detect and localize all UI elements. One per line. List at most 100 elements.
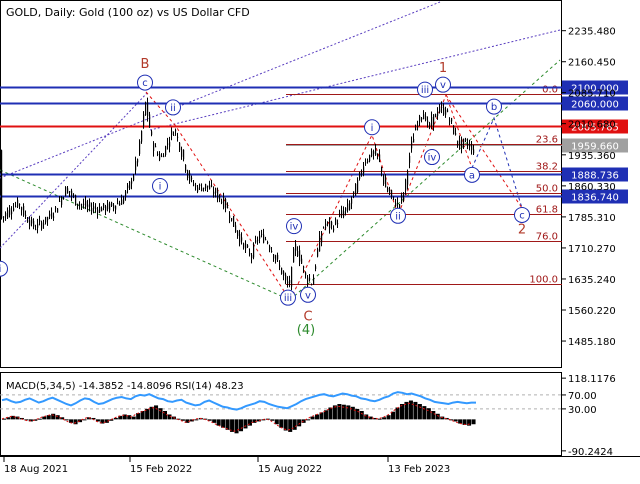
level-tag-label-5: 1836.740 [571,193,619,204]
candle-body [237,230,239,237]
candle-body [105,206,107,211]
candle-body [7,210,9,218]
candle-body [297,250,299,257]
candle-body [159,154,161,160]
price-chart[interactable]: 0.023.638.250.061.876.0100.0 2100.000206… [0,0,640,480]
candle-body [59,200,61,202]
candle-body [115,205,117,210]
candle-body [415,128,417,131]
candle-body [55,207,57,209]
candle-body [437,111,439,116]
price-tick-label-4: 1935.360 [568,151,616,162]
macd-bar [315,414,320,420]
candle-body [41,222,43,229]
macd-bar [149,406,154,420]
candle-body [157,154,159,156]
price-tick-label-8: 1635.240 [568,275,616,286]
chart-root: 0.0 23.6 38.2 50.0 61.8 76.0 100.0 2100.000 206… [0,0,640,480]
wave-label-16: b [491,102,497,113]
candle-body [259,235,261,239]
candle-body [261,233,263,235]
candle-body [145,102,147,116]
candle-body [187,170,189,178]
candle-body [99,207,101,213]
candle-body [93,206,95,209]
candle-body [151,131,153,135]
candle-body [389,189,391,194]
candle-body [29,220,31,226]
candle-body [75,195,77,206]
candle-body [51,212,53,218]
candle-body [409,155,411,163]
candle-body [165,146,167,155]
candle-body [195,185,197,187]
candle-body [473,149,475,154]
candle-body [431,117,433,126]
macd-bar [297,419,302,427]
candle-body [331,221,333,226]
candle-body [293,248,295,263]
macd-bar [395,407,400,420]
candle-body [405,179,407,191]
candle-body [463,138,465,145]
chart-title: GOLD, Daily: Gold (100 oz) vs US Dollar … [6,6,250,19]
wave-label-11: iii [421,85,429,96]
candle-body [25,214,27,216]
wave-label-17: c [519,210,525,221]
candle-body [109,203,111,211]
fib-label-0-0: 0.0 [542,85,558,96]
candle-body [357,180,359,193]
candle-body [425,115,427,121]
candle-body [209,185,211,190]
candle-body [469,144,471,147]
candle-body [241,237,243,241]
price-tick-label-2: 2085.710 [568,89,616,100]
candle-body [449,120,451,122]
candle-body [137,159,139,163]
candle-body [279,265,281,268]
candle-body [451,118,453,122]
candle-body [143,114,145,126]
candle-body [371,150,373,157]
macd-bar [359,410,364,420]
candle-body [243,243,245,248]
macd-bar [131,416,136,420]
wave-label-13: 1 [439,61,447,76]
candle-body [273,254,275,259]
candle-body [227,207,229,209]
candle-body [153,143,155,151]
price-tick-label-7: 1710.270 [568,244,616,255]
candle-body [287,281,289,284]
candle-body [35,229,37,231]
candle-body [335,219,337,225]
candle-body [11,211,13,215]
candle-body [323,227,325,229]
candle-body [445,109,447,115]
candle-body [95,208,97,210]
candle-body [133,175,135,181]
candle-body [333,228,335,231]
candle-body [97,209,99,214]
macd-label: MACD(5,34,5) -14.3852 -14.8096 RSI(14) 4… [6,381,244,392]
candle-body [31,219,33,224]
candle-body [255,240,257,243]
wave-label-9: i [371,123,374,134]
candle-body [339,213,341,217]
wave-label-18: 2 [518,223,526,238]
candle-body [303,266,305,268]
price-tick-label-6: 1785.310 [568,213,616,224]
candle-body [315,266,317,269]
candle-body [453,125,455,135]
candle-body [169,141,171,147]
candle-body [207,185,209,188]
candle-body [83,203,85,205]
macd-bar [417,404,422,420]
time-label-0: 18 Aug 2021 [4,464,68,475]
candle-body [213,191,215,194]
candle-body [71,190,73,196]
candle-body [251,254,253,259]
candle-body [3,216,5,218]
candle-body [37,223,39,228]
candle-body [85,201,87,207]
candle-body [77,203,79,207]
